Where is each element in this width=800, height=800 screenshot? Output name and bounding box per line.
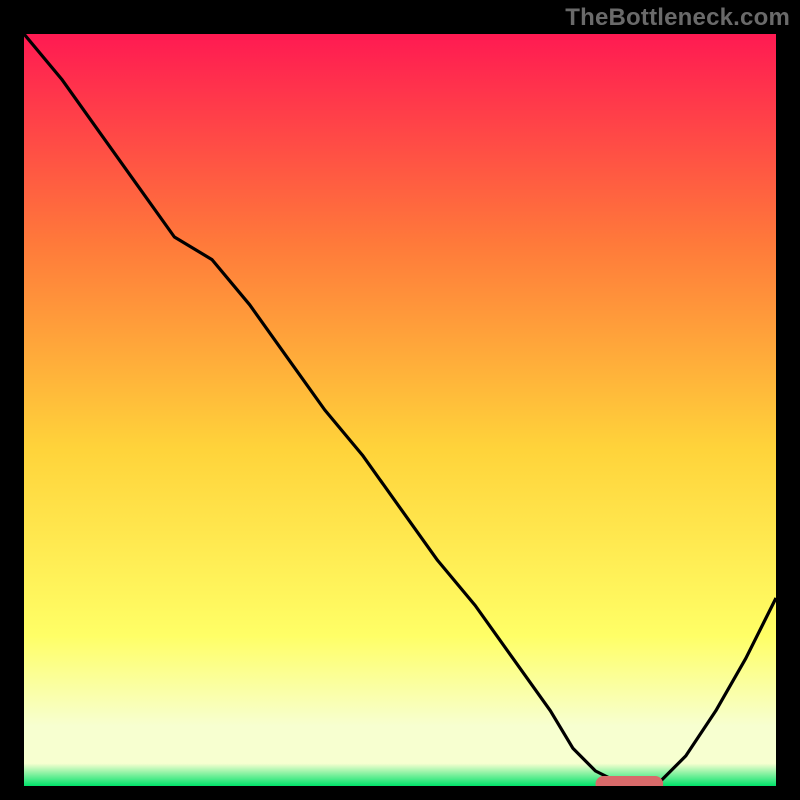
optimal-marker <box>596 776 664 786</box>
watermark-text: TheBottleneck.com <box>565 4 790 32</box>
chart-canvas-wrap: TheBottleneck.com <box>0 0 800 800</box>
bottleneck-chart <box>24 34 776 786</box>
gradient-background <box>24 34 776 786</box>
